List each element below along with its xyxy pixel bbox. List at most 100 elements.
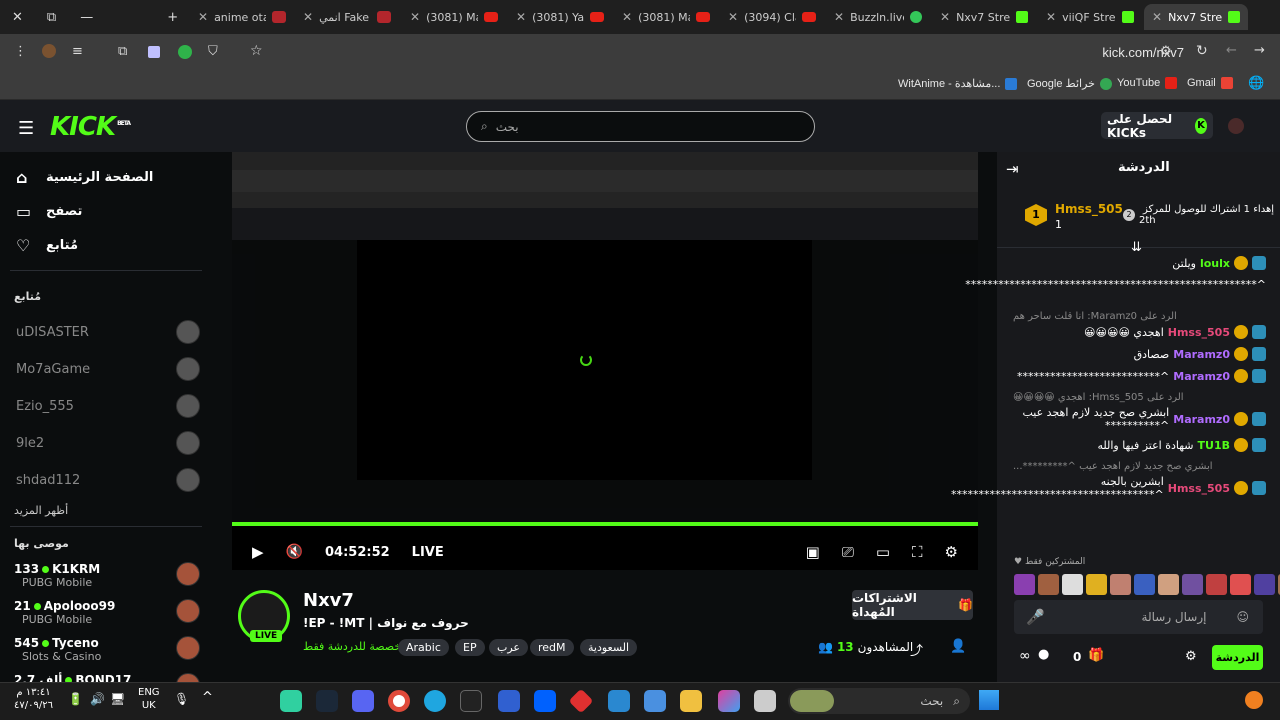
live-indicator[interactable]: LIVE <box>412 545 444 560</box>
pip-icon[interactable]: ▣ <box>806 543 820 561</box>
subscriber-avatar[interactable] <box>1230 574 1251 595</box>
tab-2[interactable]: ✕ (3081) Mai <box>402 4 506 30</box>
chat-message[interactable]: ^************************** Maramz0 <box>1013 369 1266 383</box>
user-avatar[interactable] <box>1228 118 1244 134</box>
shield-icon[interactable]: ⛉ <box>208 44 218 59</box>
volume-icon[interactable]: 🔊 <box>90 692 105 706</box>
chat-username[interactable]: loulx <box>1200 257 1230 270</box>
chat-message[interactable]: شهادة اعتز فيها والله TU1B <box>1013 438 1266 452</box>
tab-close-icon[interactable]: ✕ <box>198 10 208 24</box>
chat-message[interactable]: ابشرين بالجنه ^*************************… <box>951 475 1266 501</box>
kick-logo[interactable]: KICK BETA <box>50 112 131 142</box>
epic-games-icon[interactable] <box>460 690 482 712</box>
stream-tag[interactable]: redM <box>530 639 574 656</box>
recommended-channel[interactable]: 133 K1KRM PUBG Mobile <box>14 562 200 589</box>
windows-start-icon[interactable] <box>979 690 999 710</box>
chrome-icon[interactable] <box>388 690 410 712</box>
mail-icon[interactable] <box>608 690 630 712</box>
mic-tray-icon[interactable]: 🎙 <box>174 692 189 706</box>
chat-username[interactable]: Hmss_505 <box>1168 326 1230 339</box>
offline-channel[interactable]: uDISASTER <box>16 320 200 344</box>
recommended-channel[interactable]: 545 Tyceno Slots & Casino <box>14 636 200 663</box>
send-chat-button[interactable]: الدردشة <box>1212 645 1263 670</box>
recommended-channel[interactable]: 21 Apolooo99 PUBG Mobile <box>14 599 200 626</box>
tab-0[interactable]: ✕ anime otaku <box>190 4 294 30</box>
get-kicks-button[interactable]: لحصل على KICKs K <box>1101 112 1213 140</box>
tab-close-icon[interactable]: ✕ <box>410 10 420 24</box>
points-icon[interactable]: ● <box>1038 647 1049 662</box>
search-input[interactable]: ⌕ بحث <box>466 111 815 142</box>
subscriber-avatar[interactable] <box>1062 574 1083 595</box>
discord-icon[interactable] <box>352 690 374 712</box>
dropbox-icon[interactable] <box>534 690 556 712</box>
notification-icon[interactable] <box>1245 691 1263 709</box>
extensions-icon[interactable]: ⧉ <box>118 44 127 59</box>
chat-message-input[interactable]: إرسال رسالة ☺ <box>1014 600 1263 634</box>
sidebar-item-home[interactable]: ⌂ الصفحة الرئيسية <box>16 168 153 187</box>
subscriber-avatar[interactable] <box>1086 574 1107 595</box>
stream-tag[interactable]: عرب <box>489 639 528 656</box>
tab-close-icon[interactable]: ✕ <box>1152 10 1162 24</box>
chat-message[interactable]: ابشري صح جديد لازم اهجد عيب ^********** M… <box>1013 406 1266 432</box>
url-field[interactable]: kick.com/nxv7 <box>1102 45 1184 60</box>
network-icon[interactable]: 🖥 <box>110 692 125 706</box>
chat-message[interactable]: ^***************************************… <box>965 278 1266 291</box>
tab-close-icon[interactable]: ✕ <box>516 10 526 24</box>
stream-tag[interactable]: السعودية <box>580 639 638 656</box>
subscriber-avatar[interactable] <box>1110 574 1131 595</box>
emoji-icon[interactable]: ☺ <box>1236 610 1249 624</box>
tab-close-icon[interactable]: ✕ <box>728 10 738 24</box>
playlist-icon[interactable]: ≡ <box>72 44 83 59</box>
video-progress-bar[interactable] <box>232 522 978 526</box>
scroll-chat-icon[interactable]: ⇊ <box>1131 240 1142 255</box>
task-view-icon[interactable] <box>754 690 776 712</box>
chat-username[interactable]: Maramz0 <box>1173 413 1230 426</box>
theater-mode-icon[interactable]: ▭ <box>876 543 890 561</box>
offline-channel[interactable]: 9le2 <box>16 431 200 455</box>
minimize-window-icon[interactable]: — <box>80 10 93 25</box>
play-icon[interactable]: ▶ <box>252 543 264 561</box>
bookmark-gmail[interactable]: Gmail <box>1187 77 1233 89</box>
gift-store-icon[interactable]: 🎁 <box>1088 648 1104 663</box>
chat-username[interactable]: Maramz0 <box>1173 348 1230 361</box>
tab-4[interactable]: ✕ (3081) Mai <box>614 4 718 30</box>
globe-icon[interactable]: 🌐 <box>1248 76 1264 91</box>
tab-1[interactable]: ✕ انمي Fake <box>295 4 399 30</box>
edge-icon[interactable] <box>424 690 446 712</box>
bookmark-youtube[interactable]: YouTube <box>1117 77 1178 89</box>
chat-username[interactable]: Maramz0 <box>1173 370 1230 383</box>
site-settings-icon[interactable]: ⚙ <box>1160 44 1172 59</box>
steam-icon[interactable] <box>316 690 338 712</box>
app-icon[interactable] <box>498 690 520 712</box>
extension-icon[interactable] <box>148 46 160 58</box>
show-hidden-icons[interactable]: ^ <box>202 690 213 705</box>
menu-dots-icon[interactable]: ⋮ <box>14 44 27 59</box>
subscriber-avatar[interactable] <box>1014 574 1035 595</box>
file-explorer-icon[interactable] <box>680 690 702 712</box>
clock[interactable]: ١٣:٤١ م ٤٧/٠٩/٢٦ <box>14 686 53 712</box>
gift-subs-button[interactable]: الاشتراكات المُهداة 🎁 <box>852 590 973 620</box>
chat-username[interactable]: TU1B <box>1198 439 1230 452</box>
store-icon[interactable] <box>644 690 666 712</box>
collapse-chat-icon[interactable]: ⇥ <box>1006 160 1019 178</box>
sidebar-item-following[interactable]: ♡ مُتابع <box>16 236 78 255</box>
copilot-icon[interactable] <box>718 690 740 712</box>
show-more-link[interactable]: أظهر المزيد <box>14 504 68 517</box>
battery-icon[interactable]: 🔋 <box>68 692 83 706</box>
back-icon[interactable]: → <box>1254 43 1265 58</box>
tab-close-icon[interactable]: ✕ <box>940 10 950 24</box>
offline-channel[interactable]: Mo7aGame <box>16 357 200 381</box>
settings-icon[interactable]: ⚙ <box>945 543 958 561</box>
offline-channel[interactable]: Ezio_555 <box>16 394 200 418</box>
stream-tag[interactable]: Arabic <box>398 639 449 656</box>
close-window-icon[interactable]: ✕ <box>12 10 23 25</box>
bookmark-star-icon[interactable]: ☆ <box>250 43 263 59</box>
restore-window-icon[interactable]: ⧉ <box>47 10 56 25</box>
forward-icon[interactable]: ← <box>1226 43 1237 58</box>
cast-icon[interactable]: ⎚ <box>842 543 854 561</box>
tab-3[interactable]: ✕ (3081) Ya <box>508 4 612 30</box>
mute-icon[interactable]: 🔇 <box>286 544 303 560</box>
tab-8[interactable]: ✕ viiQF Strea <box>1038 4 1142 30</box>
tab-close-icon[interactable]: ✕ <box>622 10 632 24</box>
vpn-extension-icon[interactable] <box>178 45 192 59</box>
